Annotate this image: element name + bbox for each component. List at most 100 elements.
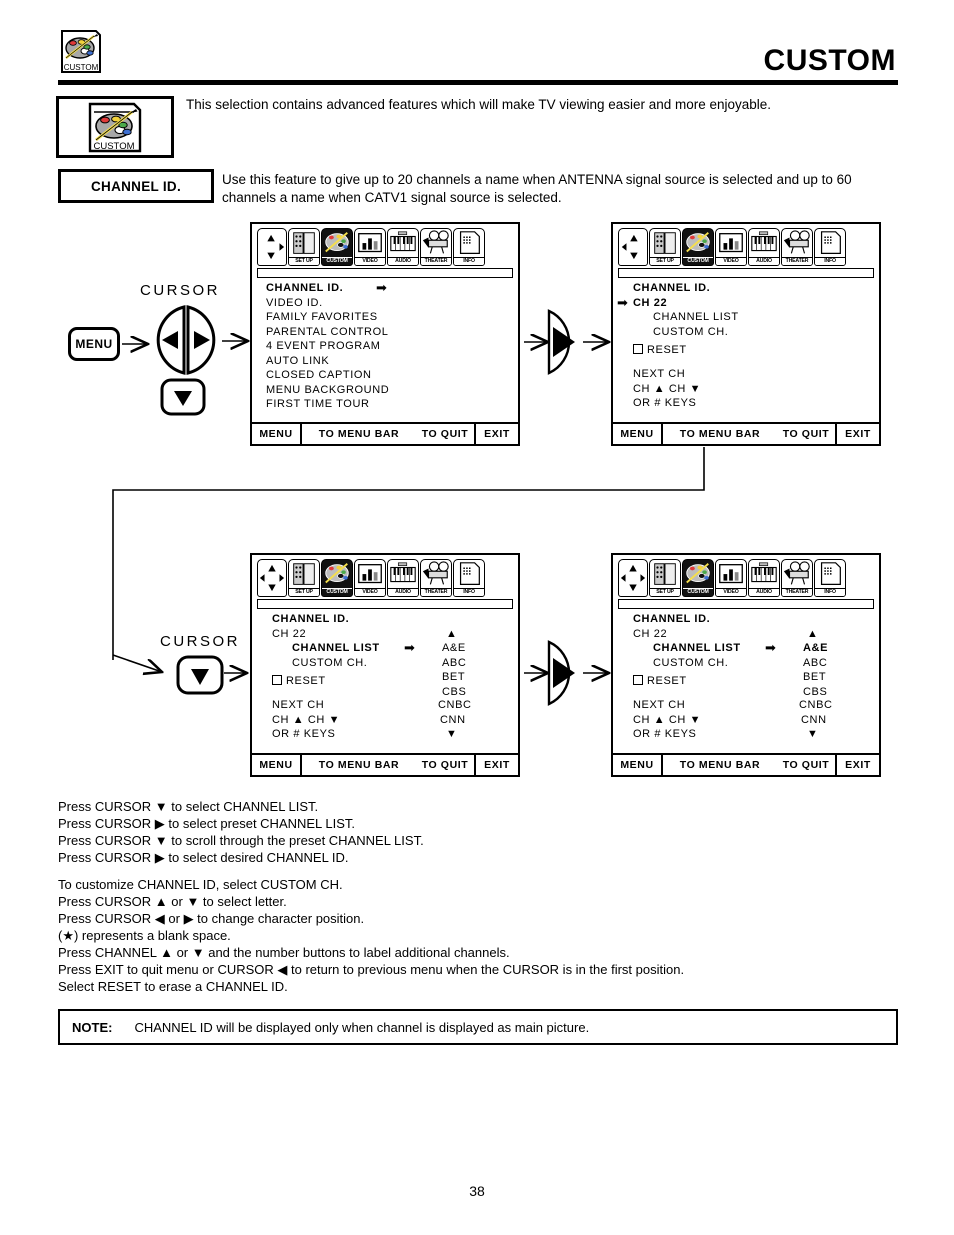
menu-button[interactable]: MENU xyxy=(68,327,120,361)
custom-ch-item[interactable]: CUSTOM CH. xyxy=(653,326,728,338)
reset-checkbox[interactable] xyxy=(272,675,282,685)
preset-scroll-up-icon[interactable]: ▲ xyxy=(807,628,819,640)
status-menu[interactable]: MENU xyxy=(613,755,661,775)
hint-next-ch: NEXT CH xyxy=(633,699,686,711)
status-exit[interactable]: EXIT xyxy=(837,424,879,444)
info-document-icon[interactable]: INFO xyxy=(814,559,846,597)
preset-list-item-selected[interactable]: A&E xyxy=(803,642,828,654)
nav-arrows-icon[interactable] xyxy=(257,559,287,597)
video-icon[interactable]: VIDEO xyxy=(354,559,386,597)
video-icon[interactable]: VIDEO xyxy=(715,228,747,266)
info-document-icon[interactable]: INFO xyxy=(814,228,846,266)
preset-list-item[interactable]: CBS xyxy=(442,686,466,698)
channel-list-item[interactable]: CHANNEL LIST xyxy=(653,642,741,654)
preset-list-item[interactable]: CNN xyxy=(801,714,827,726)
preset-list-item[interactable]: CNBC xyxy=(799,699,833,711)
custom-ch-item[interactable]: CUSTOM CH. xyxy=(292,657,367,669)
setup-icon[interactable]: SET UP xyxy=(649,559,681,597)
audio-keyboard-icon[interactable]: AUDIO xyxy=(748,559,780,597)
status-exit[interactable]: EXIT xyxy=(837,755,879,775)
menu-item-first-time-tour[interactable]: FIRST TIME TOUR xyxy=(266,398,370,410)
theater-projector-icon[interactable]: THEATER xyxy=(781,559,813,597)
hint-num-keys: OR # KEYS xyxy=(633,397,697,409)
preset-list-item[interactable]: ABC xyxy=(803,657,827,669)
setup-icon[interactable]: SET UP xyxy=(649,228,681,266)
preset-list-item[interactable]: CBS xyxy=(803,686,827,698)
reset-row[interactable]: RESET xyxy=(272,671,326,689)
theater-projector-icon[interactable]: THEATER xyxy=(781,228,813,266)
channel-list-selected-body: CHANNEL ID. CH 22 CHANNEL LIST ➡ CUSTOM … xyxy=(613,613,879,749)
video-icon[interactable]: VIDEO xyxy=(715,559,747,597)
channel-list-item[interactable]: CHANNEL LIST xyxy=(292,642,380,654)
header-divider xyxy=(58,80,898,85)
audio-keyboard-icon[interactable]: AUDIO xyxy=(387,559,419,597)
setup-icon[interactable]: SET UP xyxy=(288,228,320,266)
hint-next-ch: NEXT CH xyxy=(272,699,325,711)
custom-ch-item[interactable]: CUSTOM CH. xyxy=(653,657,728,669)
channel-list-item[interactable]: CHANNEL LIST xyxy=(653,311,739,323)
tv-menu-bar[interactable]: SET UP CUSTOM VIDEO AUDIO THEATER INFO xyxy=(257,559,513,599)
reset-row[interactable]: RESET xyxy=(633,340,687,358)
menu-item-video-id[interactable]: VIDEO ID. xyxy=(266,297,323,309)
custom-palette-icon[interactable]: CUSTOM xyxy=(321,559,353,597)
status-menu[interactable]: MENU xyxy=(252,755,300,775)
menu-bar-underline xyxy=(618,268,874,278)
status-exit[interactable]: EXIT xyxy=(476,755,518,775)
instruction-list: Press CURSOR ▼ to select CHANNEL LIST. P… xyxy=(58,798,858,995)
cursor-left-right-pad[interactable] xyxy=(148,305,224,375)
custom-palette-icon[interactable]: CUSTOM xyxy=(321,228,353,266)
cursor-down-button[interactable] xyxy=(176,655,224,695)
selected-channel[interactable]: CH 22 xyxy=(272,628,306,640)
theater-projector-icon[interactable]: THEATER xyxy=(420,228,452,266)
info-document-icon[interactable]: INFO xyxy=(453,228,485,266)
setup-icon[interactable]: SET UP xyxy=(288,559,320,597)
status-menu[interactable]: MENU xyxy=(613,424,661,444)
tv-menu-bar[interactable]: SET UP CUSTOM VIDEO AUDIO THEATER INFO xyxy=(618,228,874,268)
preset-list-item[interactable]: BET xyxy=(442,671,465,683)
preset-list-item[interactable]: A&E xyxy=(442,642,466,654)
selection-arrow-icon: ➡ xyxy=(376,280,387,295)
nav-arrows-icon[interactable] xyxy=(618,228,648,266)
menu-item-auto-link[interactable]: AUTO LINK xyxy=(266,355,329,367)
tv-menu-bar[interactable]: SET UP CUSTOM VIDEO AUDIO THEATER INFO xyxy=(618,559,874,599)
selected-channel[interactable]: CH 22 xyxy=(633,297,667,309)
screen-title: CHANNEL ID. xyxy=(272,613,350,625)
preset-scroll-down-icon[interactable]: ▼ xyxy=(446,728,458,740)
menu-item-4-event-program[interactable]: 4 EVENT PROGRAM xyxy=(266,340,381,352)
video-icon[interactable]: VIDEO xyxy=(354,228,386,266)
preset-scroll-up-icon[interactable]: ▲ xyxy=(446,628,458,640)
preset-list-item[interactable]: BET xyxy=(803,671,826,683)
reset-checkbox[interactable] xyxy=(633,675,643,685)
menu-item-closed-caption[interactable]: CLOSED CAPTION xyxy=(266,369,372,381)
custom-caption: CUSTOM xyxy=(683,588,713,596)
audio-keyboard-icon[interactable]: AUDIO xyxy=(387,228,419,266)
status-menu[interactable]: MENU xyxy=(252,424,300,444)
nav-arrows-icon[interactable] xyxy=(618,559,648,597)
screen-title: CHANNEL ID. xyxy=(633,282,711,294)
hint-ch-keys: CH ▲ CH ▼ xyxy=(272,713,341,726)
menu-item-channel-id[interactable]: CHANNEL ID. xyxy=(266,282,343,294)
menu-item-family-favorites[interactable]: FAMILY FAVORITES xyxy=(266,311,378,323)
reset-row[interactable]: RESET xyxy=(633,671,687,689)
reset-checkbox[interactable] xyxy=(633,344,643,354)
video-caption: VIDEO xyxy=(355,588,385,596)
menu-item-parental-control[interactable]: PARENTAL CONTROL xyxy=(266,326,388,338)
tv-menu-bar[interactable]: SET UP CUSTOM VIDEO AUDIO THEATER INFO xyxy=(257,228,513,268)
setup-caption: SET UP xyxy=(289,257,319,265)
instruction-line: To customize CHANNEL ID, select CUSTOM C… xyxy=(58,877,343,892)
preset-list-item[interactable]: CNN xyxy=(440,714,466,726)
audio-caption: AUDIO xyxy=(388,588,418,596)
preset-list-item[interactable]: CNBC xyxy=(438,699,472,711)
selected-channel[interactable]: CH 22 xyxy=(633,628,667,640)
preset-scroll-down-icon[interactable]: ▼ xyxy=(807,728,819,740)
audio-keyboard-icon[interactable]: AUDIO xyxy=(748,228,780,266)
menu-item-menu-background[interactable]: MENU BACKGROUND xyxy=(266,384,389,396)
cursor-down-button[interactable] xyxy=(160,378,206,416)
status-exit[interactable]: EXIT xyxy=(476,424,518,444)
custom-palette-icon[interactable]: CUSTOM xyxy=(682,559,714,597)
theater-projector-icon[interactable]: THEATER xyxy=(420,559,452,597)
preset-list-item[interactable]: ABC xyxy=(442,657,466,669)
nav-arrows-icon[interactable] xyxy=(257,228,287,266)
custom-palette-icon[interactable]: CUSTOM xyxy=(682,228,714,266)
info-document-icon[interactable]: INFO xyxy=(453,559,485,597)
